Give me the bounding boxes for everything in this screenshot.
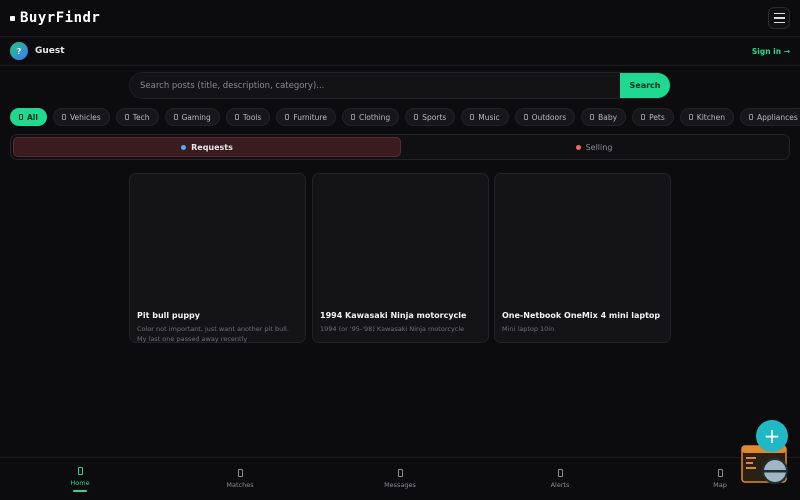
map-icon bbox=[717, 469, 723, 477]
category-chip-tech[interactable]: Tech bbox=[115, 108, 159, 126]
nav-alerts[interactable]: Alerts bbox=[480, 458, 640, 500]
category-chip-kitchen[interactable]: Kitchen bbox=[679, 108, 734, 126]
category-label: Furniture bbox=[293, 112, 327, 122]
alerts-icon bbox=[557, 469, 563, 477]
category-label: Sports bbox=[422, 112, 447, 122]
matches-icon bbox=[237, 469, 243, 477]
sign-in-link[interactable]: Sign in → bbox=[752, 47, 790, 56]
post-title: One-Netbook OneMix 4 mini laptop bbox=[502, 311, 661, 320]
category-icon bbox=[124, 114, 129, 120]
category-icon bbox=[523, 114, 528, 120]
app-root: BuyrFindr ? Guest Sign in → Search All V… bbox=[0, 0, 800, 500]
category-chip-appliances[interactable]: Appliances bbox=[739, 108, 800, 126]
search-bar: Search bbox=[129, 72, 671, 99]
category-chip-outdoors[interactable]: Outdoors bbox=[514, 108, 576, 126]
category-icon bbox=[234, 114, 239, 120]
post-card[interactable]: 1994 Kawasaki Ninja motorcycle 1994 (or … bbox=[312, 173, 489, 343]
nav-home[interactable]: Home bbox=[0, 458, 160, 500]
category-label: Music bbox=[478, 112, 500, 122]
category-icon bbox=[350, 114, 355, 120]
category-chip-sports[interactable]: Sports bbox=[405, 108, 456, 126]
category-label: All bbox=[27, 112, 38, 122]
search-input[interactable] bbox=[130, 73, 620, 98]
category-icon bbox=[641, 114, 646, 120]
user-bar: ? Guest Sign in → bbox=[0, 37, 800, 66]
tab-requests-label: Requests bbox=[191, 142, 233, 152]
post-title: Pit bull puppy bbox=[137, 311, 200, 320]
post-title: 1994 Kawasaki Ninja motorcycle bbox=[320, 311, 467, 320]
category-icon bbox=[414, 114, 419, 120]
hamburger-menu-icon[interactable] bbox=[768, 7, 790, 29]
category-label: Clothing bbox=[358, 112, 391, 122]
category-chip-baby[interactable]: Baby bbox=[581, 108, 627, 126]
category-chip-gaming[interactable]: Gaming bbox=[164, 108, 220, 126]
selling-dot-icon bbox=[575, 144, 581, 150]
category-chip-clothing[interactable]: Clothing bbox=[341, 108, 400, 126]
category-chip-tools[interactable]: Tools bbox=[225, 108, 271, 126]
category-label: Kitchen bbox=[696, 112, 725, 122]
category-chip-furniture[interactable]: Furniture bbox=[276, 108, 336, 126]
post-description: Color not important, just want another p… bbox=[137, 325, 289, 343]
category-icon bbox=[470, 114, 475, 120]
category-chip-all[interactable]: All bbox=[10, 108, 47, 126]
category-icon bbox=[688, 114, 693, 120]
post-card[interactable]: One-Netbook OneMix 4 mini laptop Mini la… bbox=[494, 173, 671, 343]
category-chip-music[interactable]: Music bbox=[461, 108, 509, 126]
brand-dot-icon bbox=[10, 15, 15, 21]
category-label: Tech bbox=[132, 112, 150, 122]
messages-icon bbox=[397, 469, 403, 477]
requests-selling-toggle: Requests Selling bbox=[10, 134, 790, 160]
category-chip-vehicles[interactable]: Vehicles bbox=[52, 108, 110, 126]
category-icon bbox=[61, 114, 66, 120]
home-icon bbox=[77, 466, 83, 475]
tab-requests[interactable]: Requests bbox=[13, 137, 401, 157]
search-button[interactable]: Search bbox=[620, 73, 670, 98]
category-label: Vehicles bbox=[69, 112, 101, 122]
nav-home-label: Home bbox=[70, 478, 90, 487]
category-label: Appliances bbox=[756, 112, 798, 122]
nav-map-label: Map bbox=[713, 481, 727, 489]
post-description: Mini laptop 10in bbox=[502, 325, 555, 333]
category-icon bbox=[173, 114, 178, 120]
category-icon bbox=[19, 114, 23, 120]
requests-dot-icon bbox=[181, 144, 187, 150]
category-icon bbox=[748, 114, 753, 120]
category-label: Outdoors bbox=[531, 112, 567, 122]
category-icon bbox=[590, 114, 595, 120]
add-post-button[interactable]: + bbox=[756, 420, 788, 452]
category-chip-pets[interactable]: Pets bbox=[632, 108, 674, 126]
category-label: Gaming bbox=[181, 112, 211, 122]
category-chips: All Vehicles Tech Gaming Tools Furniture… bbox=[10, 108, 800, 126]
brand-name: BuyrFindr bbox=[20, 10, 101, 26]
nav-messages[interactable]: Messages bbox=[320, 458, 480, 500]
category-label: Baby bbox=[598, 112, 618, 122]
nav-messages-label: Messages bbox=[384, 481, 416, 489]
brand-logo[interactable]: BuyrFindr bbox=[10, 10, 100, 26]
active-indicator bbox=[73, 489, 87, 492]
user-info: ? Guest bbox=[10, 42, 65, 60]
nav-matches[interactable]: Matches bbox=[160, 458, 320, 500]
bottom-nav: Home Matches Messages Alerts Map bbox=[0, 457, 800, 500]
category-icon bbox=[285, 114, 290, 120]
tab-selling[interactable]: Selling bbox=[401, 137, 787, 157]
nav-matches-label: Matches bbox=[226, 481, 254, 489]
post-card[interactable]: Pit bull puppy Color not important, just… bbox=[129, 173, 306, 343]
category-label: Pets bbox=[649, 112, 665, 122]
user-name: Guest bbox=[35, 46, 65, 56]
nav-alerts-label: Alerts bbox=[550, 481, 570, 489]
avatar[interactable]: ? bbox=[10, 42, 28, 60]
top-bar: BuyrFindr bbox=[0, 0, 800, 37]
category-label: Tools bbox=[242, 112, 262, 122]
post-description: 1994 (or '95-'98) Kawasaki Ninja motorcy… bbox=[320, 325, 465, 333]
tab-selling-label: Selling bbox=[585, 142, 613, 152]
